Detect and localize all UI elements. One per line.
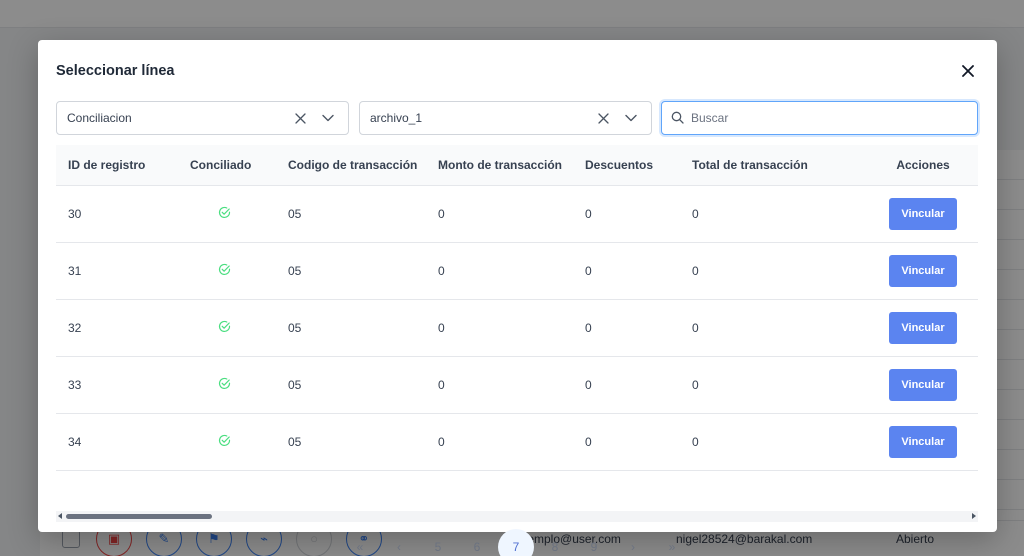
records-table: ID de registro Conciliado Codigo de tran… bbox=[56, 145, 978, 471]
next-page-button[interactable]: › bbox=[615, 529, 651, 556]
table-header-row: ID de registro Conciliado Codigo de tran… bbox=[56, 145, 978, 186]
cell-descuentos: 0 bbox=[585, 434, 592, 449]
cell-id: 34 bbox=[68, 434, 82, 449]
select-line-modal: Seleccionar línea Conciliacion archivo_1 bbox=[38, 40, 997, 556]
cell-conciliado bbox=[178, 242, 276, 299]
page-button[interactable]: 8 bbox=[537, 529, 573, 556]
pagination: « ‹ 5 6 7 8 9 › » bbox=[342, 528, 693, 556]
column-header-monto[interactable]: Monto de transacción bbox=[426, 145, 573, 186]
file-select[interactable]: archivo_1 bbox=[359, 101, 652, 135]
cell-conciliado bbox=[178, 413, 276, 470]
search-input[interactable] bbox=[691, 111, 977, 125]
table-row: 30 05 0 0 0 Vincular bbox=[56, 185, 978, 242]
clear-icon[interactable] bbox=[595, 110, 611, 126]
conciliation-select-value: Conciliacion bbox=[67, 111, 132, 125]
modal-title: Seleccionar línea bbox=[56, 63, 175, 79]
vincular-button[interactable]: Vincular bbox=[889, 425, 957, 458]
cell-codigo: 05 bbox=[288, 263, 302, 278]
column-header-codigo[interactable]: Codigo de transacción bbox=[276, 145, 426, 186]
cell-descuentos: 0 bbox=[585, 206, 592, 221]
table-row: 31 05 0 0 0 Vincular bbox=[56, 242, 978, 299]
cell-total: 0 bbox=[692, 377, 699, 392]
cell-descuentos: 0 bbox=[585, 320, 592, 335]
check-circle-icon bbox=[218, 206, 230, 218]
horizontal-scrollbar[interactable] bbox=[56, 511, 978, 522]
cell-monto: 0 bbox=[438, 320, 445, 335]
column-header-total[interactable]: Total de transacción bbox=[680, 145, 852, 186]
cell-id: 32 bbox=[68, 320, 82, 335]
cell-descuentos: 0 bbox=[585, 263, 592, 278]
search-box[interactable] bbox=[661, 101, 978, 135]
scrollbar-thumb[interactable] bbox=[66, 514, 212, 519]
chevron-down-icon[interactable] bbox=[320, 110, 336, 126]
close-button[interactable] bbox=[959, 62, 977, 80]
first-page-button[interactable]: « bbox=[342, 529, 378, 556]
cell-total: 0 bbox=[692, 320, 699, 335]
last-page-button[interactable]: » bbox=[654, 529, 690, 556]
check-circle-icon bbox=[218, 263, 230, 275]
table-row: 33 05 0 0 0 Vincular bbox=[56, 356, 978, 413]
cell-codigo: 05 bbox=[288, 377, 302, 392]
cell-total: 0 bbox=[692, 263, 699, 278]
cell-conciliado bbox=[178, 356, 276, 413]
column-header-descuentos[interactable]: Descuentos bbox=[573, 145, 680, 186]
column-header-conciliado[interactable]: Conciliado bbox=[178, 145, 276, 186]
cell-monto: 0 bbox=[438, 434, 445, 449]
cell-acciones: Vincular bbox=[852, 242, 978, 299]
vincular-button[interactable]: Vincular bbox=[889, 311, 957, 344]
table-row: 32 05 0 0 0 Vincular bbox=[56, 299, 978, 356]
cell-monto: 0 bbox=[438, 206, 445, 221]
vincular-button[interactable]: Vincular bbox=[889, 254, 957, 287]
records-table-container[interactable]: ID de registro Conciliado Codigo de tran… bbox=[56, 145, 978, 481]
check-circle-icon bbox=[218, 377, 230, 389]
cell-codigo: 05 bbox=[288, 434, 302, 449]
cell-monto: 0 bbox=[438, 263, 445, 278]
scroll-right-icon[interactable] bbox=[972, 513, 976, 519]
prev-page-button[interactable]: ‹ bbox=[381, 529, 417, 556]
page-button[interactable]: 5 bbox=[420, 529, 456, 556]
cell-acciones: Vincular bbox=[852, 413, 978, 470]
cell-codigo: 05 bbox=[288, 206, 302, 221]
vincular-button[interactable]: Vincular bbox=[889, 368, 957, 401]
cell-acciones: Vincular bbox=[852, 299, 978, 356]
page-button[interactable]: 6 bbox=[459, 529, 495, 556]
search-icon bbox=[671, 111, 685, 125]
clear-icon[interactable] bbox=[292, 110, 308, 126]
page-button[interactable]: 9 bbox=[576, 529, 612, 556]
cell-conciliado bbox=[178, 299, 276, 356]
column-header-acciones: Acciones bbox=[852, 145, 978, 186]
table-row: 34 05 0 0 0 Vincular bbox=[56, 413, 978, 470]
close-icon bbox=[962, 65, 974, 77]
cell-acciones: Vincular bbox=[852, 356, 978, 413]
cell-total: 0 bbox=[692, 206, 699, 221]
cell-conciliado bbox=[178, 185, 276, 242]
check-circle-icon bbox=[218, 434, 230, 446]
cell-descuentos: 0 bbox=[585, 377, 592, 392]
vincular-button[interactable]: Vincular bbox=[889, 197, 957, 230]
cell-id: 31 bbox=[68, 263, 82, 278]
cell-total: 0 bbox=[692, 434, 699, 449]
check-circle-icon bbox=[218, 320, 230, 332]
chevron-down-icon[interactable] bbox=[623, 110, 639, 126]
cell-id: 30 bbox=[68, 206, 82, 221]
file-select-value: archivo_1 bbox=[370, 111, 423, 125]
cell-monto: 0 bbox=[438, 377, 445, 392]
cell-codigo: 05 bbox=[288, 320, 302, 335]
current-page-button[interactable]: 7 bbox=[498, 529, 534, 556]
column-header-id[interactable]: ID de registro bbox=[56, 145, 178, 186]
scroll-left-icon[interactable] bbox=[58, 513, 62, 519]
cell-acciones: Vincular bbox=[852, 185, 978, 242]
cell-id: 33 bbox=[68, 377, 82, 392]
conciliation-select[interactable]: Conciliacion bbox=[56, 101, 349, 135]
